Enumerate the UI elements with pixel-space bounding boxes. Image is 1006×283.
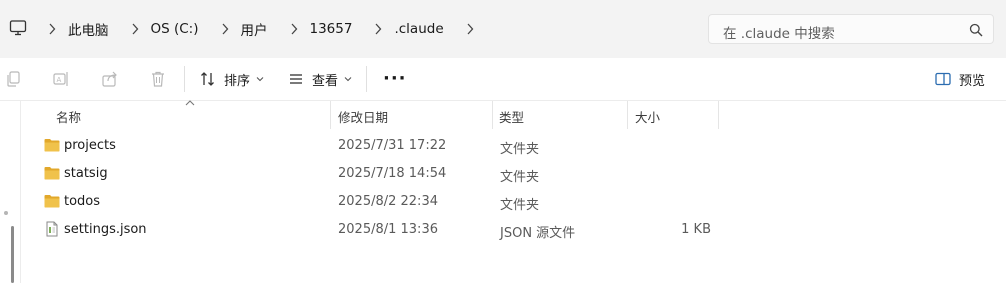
file-row[interactable]: statsig 2025/7/18 14:54 文件夹 [21,160,1006,188]
chevron-right-icon[interactable] [129,23,141,35]
file-row[interactable]: projects 2025/7/31 17:22 文件夹 [21,132,1006,160]
file-type: JSON 源文件 [500,226,576,241]
file-date: 2025/8/1 13:36 [338,222,438,237]
command-bar: A 排序 查看 ··· 预览 [0,58,1006,101]
view-icon [290,74,302,84]
search-input[interactable]: 在 .claude 中搜索 [708,14,994,44]
column-header-name[interactable]: 名称 [21,100,331,129]
file-name: statsig [64,166,108,181]
column-date-label: 修改日期 [338,110,389,125]
column-header-size[interactable]: 大小 [628,101,719,129]
address-bar-row: 此电脑 OS (C:) 用户 13657 .claude 在 .claude 中… [0,0,1006,59]
file-type: 文件夹 [500,142,540,157]
breadcrumb-item-users[interactable]: 用户 [241,19,268,39]
preview-pane-icon [935,72,951,86]
json-file-icon [46,221,58,237]
folder-icon [44,167,60,180]
column-name-label: 名称 [56,110,82,125]
chevron-down-icon [256,77,264,82]
chevron-right-icon[interactable] [288,23,300,35]
svg-text:A: A [57,76,62,84]
toolbar-divider [184,66,185,92]
view-label: 查看 [312,73,339,89]
file-date: 2025/8/2 22:34 [338,194,438,209]
file-date: 2025/7/31 17:22 [338,138,447,153]
file-name: projects [64,138,116,153]
column-header-type[interactable]: 类型 [493,101,628,129]
column-header-date[interactable]: 修改日期 [331,101,493,129]
breadcrumb-item-this-pc[interactable]: 此电脑 [68,19,109,39]
file-type: 文件夹 [500,198,540,213]
chevron-right-icon[interactable] [219,23,231,35]
sort-button[interactable]: 排序 [200,58,264,100]
chevron-right-icon[interactable] [372,23,384,35]
scroll-indicator-dot [4,211,8,215]
delete-icon[interactable] [149,70,167,88]
column-header-row: 名称 修改日期 类型 大小 [21,100,1006,129]
chevron-right-icon[interactable] [46,23,58,35]
column-size-label: 大小 [635,110,661,125]
breadcrumb: 此电脑 OS (C:) 用户 13657 .claude [40,0,486,58]
file-size: 1 KB [681,222,711,237]
file-date: 2025/7/18 14:54 [338,166,447,181]
sort-label: 排序 [224,73,251,89]
preview-pane-button[interactable]: 预览 [935,58,985,100]
toolbar-divider [366,66,367,92]
navigation-scrollbar[interactable] [11,226,14,283]
file-name: settings.json [64,222,147,237]
file-name: todos [64,194,101,209]
view-button[interactable]: 查看 [288,58,352,100]
folder-icon [44,195,60,208]
chevron-right-icon[interactable] [464,23,476,35]
folder-icon [44,139,60,152]
search-placeholder: 在 .claude 中搜索 [723,26,835,42]
rename-icon[interactable]: A [52,70,70,88]
breadcrumb-item-user[interactable]: 13657 [310,21,353,37]
sort-icon [201,72,214,86]
file-row[interactable]: todos 2025/8/2 22:34 文件夹 [21,188,1006,216]
copy-icon[interactable] [5,70,23,88]
file-type: 文件夹 [500,170,540,185]
this-pc-icon[interactable] [9,19,27,37]
search-icon [969,23,983,37]
column-type-label: 类型 [499,110,525,125]
share-icon[interactable] [101,70,119,88]
file-row[interactable]: settings.json 2025/8/1 13:36 JSON 源文件 1 … [21,216,1006,244]
breadcrumb-item-current[interactable]: .claude [394,21,443,37]
chevron-down-icon [344,77,352,82]
more-options-button[interactable]: ··· [383,70,407,88]
breadcrumb-item-drive[interactable]: OS (C:) [151,21,199,37]
preview-label: 预览 [959,73,986,89]
sort-ascending-icon [185,100,195,106]
